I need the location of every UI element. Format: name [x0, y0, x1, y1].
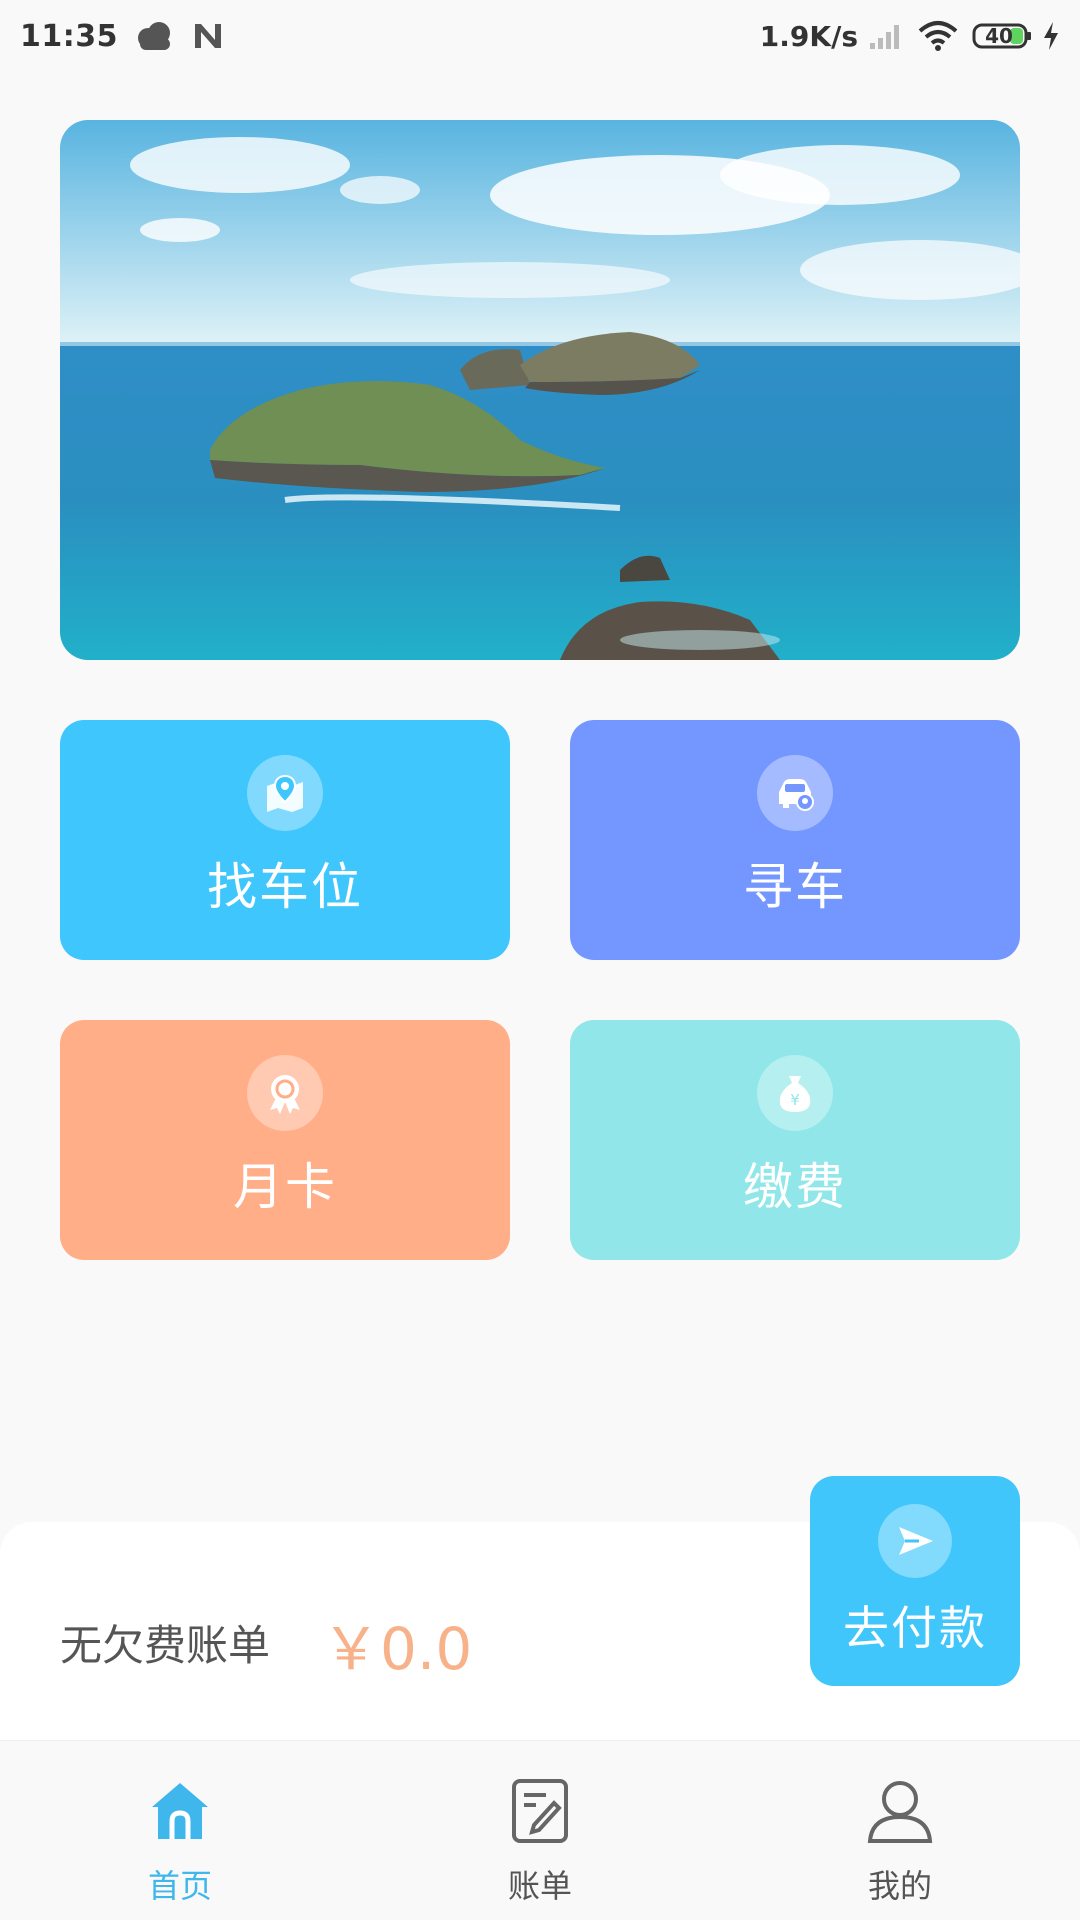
- tile-find-parking-space[interactable]: 找车位: [60, 720, 510, 960]
- go-pay-button[interactable]: 去付款: [810, 1476, 1020, 1686]
- bottom-navigation: 首页 账单 我的: [0, 1740, 1080, 1920]
- nav-home-label: 首页: [147, 1867, 212, 1905]
- nav-home[interactable]: 首页: [0, 1741, 360, 1920]
- tile-monthly-card-label: 月卡: [233, 1158, 337, 1216]
- status-time: 11:35: [20, 18, 118, 54]
- svg-text:¥: ¥: [790, 1091, 800, 1109]
- car-location-icon: [757, 755, 833, 831]
- bill-edit-icon: [504, 1777, 576, 1849]
- tile-payment[interactable]: ¥ 缴费: [570, 1020, 1020, 1260]
- send-icon: [878, 1504, 952, 1578]
- nav-bills[interactable]: 账单: [360, 1741, 720, 1920]
- home-icon: [144, 1777, 216, 1849]
- wifi-icon: [918, 20, 958, 52]
- badge-icon: [247, 1055, 323, 1131]
- charging-icon: [1042, 21, 1060, 51]
- home-screen: 11:35 1.9K/s 40 找车位 寻车 月卡 ¥ 缴费 无欠费账单 ￥0.…: [0, 0, 1080, 1920]
- signal-icon: [868, 21, 904, 51]
- n-app-icon: [192, 21, 224, 51]
- bill-amount: ￥0.0: [322, 1615, 473, 1683]
- nav-bills-label: 账单: [507, 1867, 572, 1905]
- cloud-icon: [134, 20, 174, 52]
- nav-profile[interactable]: 我的: [720, 1741, 1080, 1920]
- network-speed: 1.9K/s: [759, 19, 858, 53]
- bill-status-text: 无欠费账单: [60, 1621, 271, 1670]
- status-bar: 11:35 1.9K/s 40: [0, 0, 1080, 72]
- tile-payment-label: 缴费: [743, 1158, 847, 1216]
- tile-find-car-label: 寻车: [743, 858, 847, 916]
- tile-find-car[interactable]: 寻车: [570, 720, 1020, 960]
- nav-profile-label: 我的: [867, 1867, 932, 1905]
- tile-monthly-card[interactable]: 月卡: [60, 1020, 510, 1260]
- battery-level: 40: [985, 24, 1013, 48]
- tile-find-parking-space-label: 找车位: [207, 858, 363, 916]
- map-pin-icon: [247, 755, 323, 831]
- battery-icon: 40: [972, 21, 1034, 51]
- go-pay-label: 去付款: [843, 1601, 987, 1655]
- user-icon: [864, 1777, 936, 1849]
- money-bag-icon: ¥: [757, 1055, 833, 1131]
- banner-image[interactable]: [60, 120, 1020, 660]
